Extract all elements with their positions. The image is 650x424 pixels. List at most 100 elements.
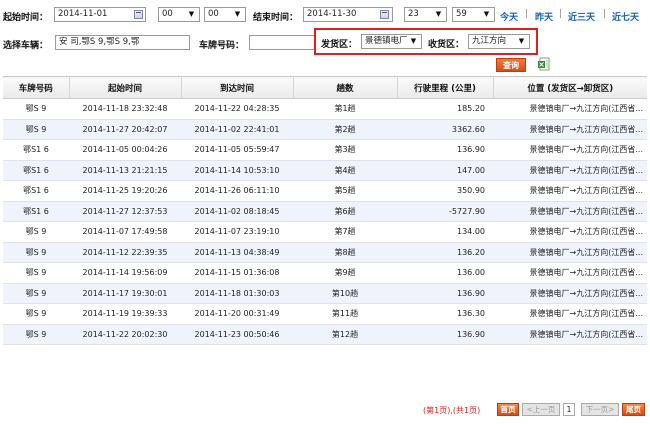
dest-value: 九江方向	[472, 36, 507, 46]
table-cell: 2014-11-13 21:21:15	[69, 160, 181, 181]
dest-label: 收货区：	[428, 40, 465, 50]
table-cell: 景德镇电厂→九江方向(江西省...	[493, 98, 647, 120]
next-page-button[interactable]: 下一页>	[581, 403, 619, 416]
table-cell: 鄂S 9	[3, 324, 69, 345]
quick-separator: |	[559, 9, 563, 19]
table-cell: -5727.90	[397, 201, 493, 222]
table-cell: 136.90	[397, 283, 493, 304]
table-cell: 136.00	[397, 262, 493, 284]
pager-info: (第1页),(共1页)	[423, 406, 481, 415]
start-hour-select[interactable]: 00 ▼	[158, 7, 200, 22]
table-row[interactable]: 鄂S 9 2014-11-27 20:42:07 2014-11-02 22:41:…	[3, 119, 647, 140]
table-cell: 第8趟	[293, 242, 397, 263]
end-time-label: 结束时间：	[253, 13, 299, 23]
table-cell: 2014-11-25 19:20:26	[69, 180, 181, 202]
origin-label: 发货区：	[321, 40, 358, 50]
table-cell: 185.20	[397, 98, 493, 120]
end-hour-value: 23	[408, 9, 419, 19]
column-header: 行驶里程 (公里)	[397, 76, 494, 99]
column-header: 位置 (发货区→卸货区)	[493, 76, 647, 99]
plate-input[interactable]	[249, 35, 315, 50]
table-cell: 2014-11-02 08:18:45	[181, 201, 293, 222]
table-cell: 2014-11-20 00:31:49	[181, 303, 293, 325]
table-cell: 第6趟	[293, 201, 397, 222]
table-cell: 134.00	[397, 221, 493, 243]
calendar-icon[interactable]	[380, 10, 389, 19]
table-cell: 第7趟	[293, 221, 397, 243]
table-cell: 147.00	[397, 160, 493, 181]
trip-table: 车牌号码 起始时间 到达时间 趟数 行驶里程 (公里) 位置 (发货区→卸货区)…	[3, 76, 647, 345]
table-cell: 第10趟	[293, 283, 397, 304]
chevron-down-icon: ▼	[234, 10, 241, 18]
chevron-down-icon: ▼	[410, 37, 417, 45]
table-cell: 2014-11-14 10:53:10	[181, 160, 293, 181]
start-hour-value: 00	[162, 9, 173, 19]
quick-yesterday-link[interactable]: 昨天	[535, 10, 553, 23]
table-cell: 2014-11-07 23:19:10	[181, 221, 293, 243]
table-cell: 2014-11-15 01:36:08	[181, 262, 293, 284]
table-row[interactable]: 鄂S 9 2014-11-22 20:02:30 2014-11-23 00:50:…	[3, 324, 647, 345]
table-cell: 第1趟	[293, 98, 397, 120]
table-row[interactable]: 鄂S1 6 2014-11-13 21:21:15 2014-11-14 10:53…	[3, 160, 647, 181]
table-row[interactable]: 鄂S 9 2014-11-14 19:56:09 2014-11-15 01:36:…	[3, 262, 647, 284]
table-row[interactable]: 鄂S 9 2014-11-18 23:32:48 2014-11-22 04:28:…	[3, 98, 647, 120]
table-cell: 2014-11-05 05:59:47	[181, 139, 293, 161]
quick-today-link[interactable]: 今天	[500, 10, 518, 23]
table-cell: 2014-11-22 20:02:30	[69, 324, 181, 345]
chevron-down-icon: ▼	[518, 37, 525, 45]
table-cell: 2014-11-18 01:30:03	[181, 283, 293, 304]
origin-value: 景德镇电厂	[365, 36, 408, 46]
quick-seven-days-link[interactable]: 近七天	[612, 10, 639, 23]
table-cell: 136.90	[397, 139, 493, 161]
start-minute-select[interactable]: 00 ▼	[204, 7, 246, 22]
table-cell: 2014-11-27 12:37:53	[69, 201, 181, 222]
table-cell: 第4趟	[293, 160, 397, 181]
prev-page-button[interactable]: <上一页	[522, 403, 560, 416]
table-cell: 第11趟	[293, 303, 397, 325]
table-row[interactable]: 鄂S 9 2014-11-19 19:39:33 2014-11-20 00:31:…	[3, 303, 647, 325]
end-minute-select[interactable]: 59 ▼	[452, 7, 495, 22]
query-button[interactable]: 查询	[496, 58, 526, 72]
quick-three-days-link[interactable]: 近三天	[568, 10, 595, 23]
table-cell: 第9趟	[293, 262, 397, 284]
excel-export-icon[interactable]	[537, 57, 551, 71]
calendar-icon[interactable]	[134, 10, 143, 19]
table-cell: 鄂S1 6	[3, 160, 69, 181]
table-cell: 第12趟	[293, 324, 397, 345]
table-cell: 景德镇电厂→九江方向(江西省...	[493, 242, 647, 263]
table-cell: 2014-11-02 22:41:01	[181, 119, 293, 140]
chevron-down-icon: ▼	[435, 10, 442, 18]
table-cell: 景德镇电厂→九江方向(江西省...	[493, 283, 647, 304]
table-row[interactable]: 鄂S 9 2014-11-17 19:30:01 2014-11-18 01:30:…	[3, 283, 647, 304]
table-cell: 第2趟	[293, 119, 397, 140]
plate-label: 车牌号码：	[199, 41, 245, 51]
column-header: 趟数	[293, 76, 398, 99]
table-cell: 2014-11-12 22:39:35	[69, 242, 181, 263]
first-page-button[interactable]: 首页	[497, 403, 519, 416]
table-row[interactable]: 鄂S 9 2014-11-12 22:39:35 2014-11-13 04:38:…	[3, 242, 647, 263]
table-cell: 鄂S1 6	[3, 180, 69, 202]
table-row[interactable]: 鄂S1 6 2014-11-25 19:20:26 2014-11-26 06:11…	[3, 180, 647, 202]
origin-select[interactable]: 景德镇电厂 ▼	[361, 34, 422, 49]
dest-select[interactable]: 九江方向 ▼	[468, 34, 530, 49]
table-cell: 3362.60	[397, 119, 493, 140]
table-cell: 2014-11-19 19:39:33	[69, 303, 181, 325]
current-page[interactable]: 1	[563, 403, 575, 416]
start-time-label: 起始时间：	[3, 13, 49, 23]
quick-separator: |	[525, 9, 529, 19]
vehicle-select-input[interactable]: 安 司,鄂S 9,鄂S 9,鄂	[55, 35, 190, 50]
end-hour-select[interactable]: 23 ▼	[404, 7, 447, 22]
table-cell: 2014-11-13 04:38:49	[181, 242, 293, 263]
table-cell: 景德镇电厂→九江方向(江西省...	[493, 180, 647, 202]
table-row[interactable]: 鄂S1 6 2014-11-27 12:37:53 2014-11-02 08:18…	[3, 201, 647, 222]
table-cell: 景德镇电厂→九江方向(江西省...	[493, 324, 647, 345]
table-cell: 2014-11-26 06:11:10	[181, 180, 293, 202]
vehicle-label: 选择车辆：	[3, 41, 49, 51]
column-header: 到达时间	[181, 76, 294, 99]
table-cell: 2014-11-05 00:04:26	[69, 139, 181, 161]
last-page-button[interactable]: 尾页	[622, 403, 645, 416]
table-row[interactable]: 鄂S1 6 2014-11-05 00:04:26 2014-11-05 05:59…	[3, 139, 647, 161]
table-row[interactable]: 鄂S 9 2014-11-07 17:49:58 2014-11-07 23:19:…	[3, 221, 647, 243]
start-date-input[interactable]: 2014-11-01	[54, 7, 146, 22]
table-cell: 鄂S 9	[3, 98, 69, 120]
